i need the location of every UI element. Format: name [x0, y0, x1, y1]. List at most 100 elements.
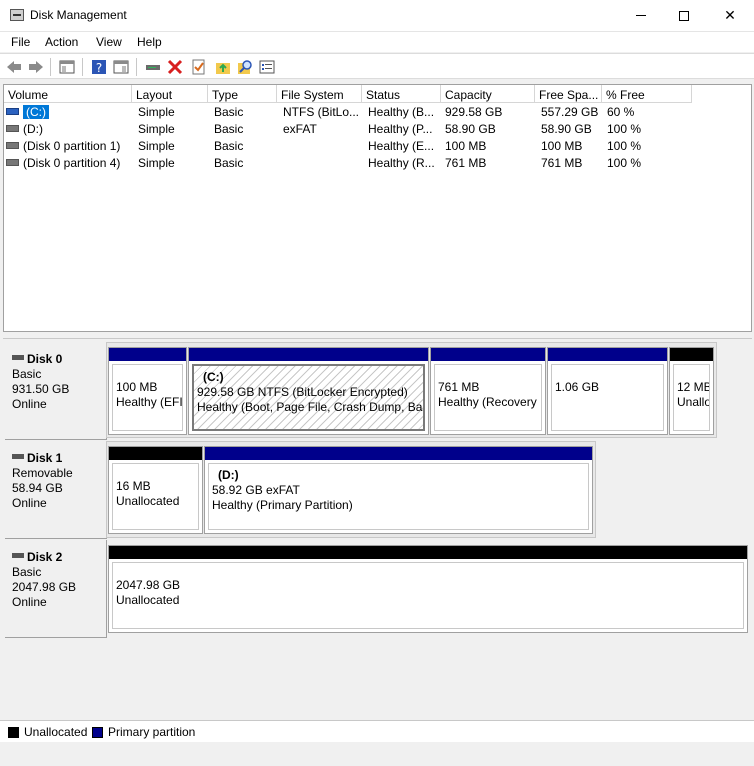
column-header-type[interactable]: Type — [208, 85, 277, 103]
free-space-cell: 557.29 GB — [541, 105, 599, 119]
check-button[interactable] — [190, 58, 208, 76]
disk-0-unallocated[interactable]: 12 MB Unallocated — [669, 347, 714, 435]
disk-state: Online — [12, 595, 47, 609]
close-button[interactable]: ✕ — [707, 0, 753, 31]
type-cell: Basic — [214, 122, 244, 136]
menu-file[interactable]: File — [11, 35, 30, 49]
disk-type: Basic — [12, 565, 42, 579]
folder-up-icon — [216, 63, 230, 74]
toolbar: ? — [0, 53, 754, 79]
volume-name: (C:) — [23, 105, 49, 119]
disk-1-info[interactable]: Disk 1 Removable 58.94 GB Online — [5, 441, 107, 539]
column-header-status[interactable]: Status — [362, 85, 441, 103]
menu-view[interactable]: View — [96, 35, 122, 49]
forward-button[interactable] — [27, 58, 45, 76]
disk-type: Basic — [12, 367, 42, 381]
capacity-cell: 58.90 GB — [445, 122, 496, 136]
find-button[interactable] — [236, 58, 254, 76]
partition-label: (D:) — [218, 468, 239, 482]
disk-icon — [12, 553, 24, 559]
window-title: Disk Management — [30, 8, 127, 22]
disk-1-unallocated[interactable]: 16 MB Unallocated — [108, 446, 203, 534]
capacity-cell: 929.58 GB — [445, 105, 503, 119]
help-button[interactable]: ? — [90, 58, 108, 76]
maximize-icon — [679, 10, 689, 21]
minimize-button[interactable] — [618, 0, 664, 31]
capacity-cell: 100 MB — [445, 139, 487, 153]
partition-size: 12 MB — [677, 380, 710, 394]
partition-color-bar — [109, 447, 202, 460]
disk-1-partition-d[interactable]: (D:) 58.92 GB exFAT Healthy (Primary Par… — [204, 446, 593, 534]
volume-icon — [6, 159, 19, 167]
list-view-button[interactable] — [258, 58, 276, 76]
disk-management-app-icon — [10, 9, 24, 21]
disk-0-info[interactable]: Disk 0 Basic 931.50 GB Online — [5, 342, 107, 440]
layout-cell: Simple — [138, 122, 175, 136]
partition-color-bar — [431, 348, 545, 361]
maximize-button[interactable] — [661, 0, 707, 31]
disk-0-partition-efi[interactable]: 100 MB Healthy (EFI — [108, 347, 187, 435]
connect-drive-button[interactable] — [144, 58, 162, 76]
partition-status: Healthy (Recovery — [438, 395, 537, 409]
disk-0-partition-c[interactable]: (C:) 929.58 GB NTFS (BitLocker Encrypted… — [188, 347, 429, 435]
type-cell: Basic — [214, 139, 244, 153]
file-system-cell — [283, 138, 362, 155]
column-header-layout[interactable]: Layout — [132, 85, 208, 103]
partition-status: Unallocated — [116, 593, 180, 607]
partition-status: Healthy (EFI — [116, 395, 183, 409]
column-header-file-system[interactable]: File System — [277, 85, 362, 103]
disk-2-unallocated[interactable]: 2047.98 GB Unallocated — [108, 545, 748, 633]
status-cell: Healthy (R... — [368, 156, 435, 170]
disk-2-info[interactable]: Disk 2 Basic 2047.98 GB Online — [5, 540, 107, 638]
toolbar-separator — [136, 58, 137, 76]
partition-size: 16 MB — [116, 479, 151, 493]
connect-drive-icon — [146, 65, 160, 70]
search-icon — [238, 60, 252, 74]
column-header-capacity[interactable]: Capacity — [441, 85, 535, 103]
show-hide-console-tree-button[interactable] — [58, 58, 76, 76]
disk-icon — [12, 355, 24, 361]
partition-status: Unallocated — [677, 395, 709, 409]
file-system-cell: exFAT — [283, 122, 317, 136]
file-system-cell: NTFS (BitLo... — [283, 105, 360, 119]
column-header-percent-free[interactable]: % Free — [602, 85, 692, 103]
partition-size: 58.92 GB exFAT — [212, 483, 300, 497]
delete-button[interactable] — [166, 58, 184, 76]
volume-name: (Disk 0 partition 1) — [23, 139, 121, 153]
close-icon: ✕ — [724, 7, 736, 23]
partition-color-bar — [109, 348, 186, 361]
status-cell: Healthy (E... — [368, 139, 435, 153]
legend-label: Unallocated — [24, 725, 88, 739]
disk-state: Online — [12, 496, 47, 510]
percent-free-cell: 100 % — [607, 122, 642, 136]
disk-0-partition-recovery[interactable]: 761 MB Healthy (Recovery — [430, 347, 546, 435]
partition-size: 1.06 GB — [555, 380, 600, 394]
column-header-free-space[interactable]: Free Spa... — [535, 85, 602, 103]
disk-name: Disk 1 — [27, 451, 63, 465]
partition-color-bar — [189, 348, 428, 361]
layout-cell: Simple — [138, 156, 175, 170]
help-icon: ? — [92, 60, 106, 75]
partition-size: 761 MB — [438, 380, 480, 394]
disk-type: Removable — [12, 466, 73, 480]
disk-size: 2047.98 GB — [12, 580, 77, 594]
folder-up-button[interactable] — [214, 58, 232, 76]
volume-icon — [6, 142, 19, 150]
status-bar — [0, 742, 754, 766]
delete-icon — [167, 59, 183, 75]
file-system-cell — [283, 155, 362, 172]
menu-help[interactable]: Help — [137, 35, 162, 49]
layout-cell: Simple — [138, 105, 175, 119]
disk-0-partition-4[interactable]: 1.06 GB — [547, 347, 668, 435]
back-button[interactable] — [5, 58, 23, 76]
disk-icon — [12, 454, 24, 460]
properties-pane-button[interactable] — [112, 58, 130, 76]
status-cell: Healthy (B... — [368, 105, 435, 119]
percent-free-cell: 100 % — [607, 139, 642, 153]
partition-color-bar — [548, 348, 667, 361]
volume-list[interactable]: Volume Layout Type File System Status Ca… — [3, 84, 752, 332]
layout-cell: Simple — [138, 139, 175, 153]
volume-icon — [6, 108, 19, 116]
column-header-volume[interactable]: Volume — [4, 85, 132, 103]
menu-action[interactable]: Action — [45, 35, 78, 49]
